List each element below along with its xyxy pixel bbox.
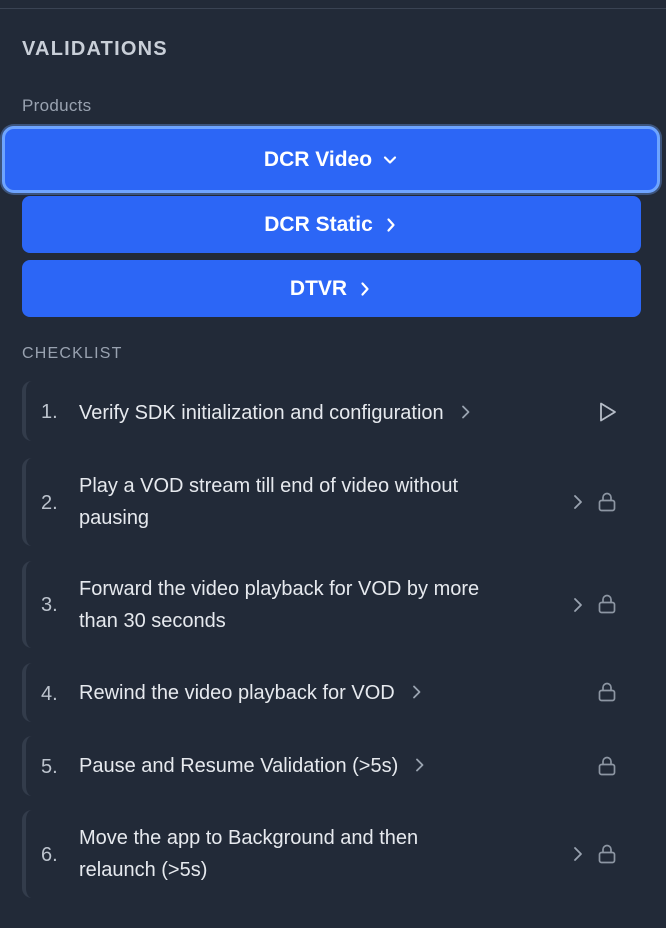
checklist-item-number: 2. (41, 492, 58, 514)
checklist-item-number: 5. (41, 756, 58, 778)
lock-icon (598, 756, 616, 776)
checklist-item-line2: than 30 seconds (79, 610, 226, 632)
chevron-right-icon (361, 281, 369, 296)
checklist-label: CHECKLIST (22, 345, 123, 362)
chevron-right-icon (574, 847, 582, 861)
validations-panel: VALIDATIONS Products DCR Video DCR Stati… (0, 0, 666, 928)
checklist-item-3[interactable]: 3. Forward the video playback for VOD by… (22, 561, 642, 648)
checklist-item-6[interactable]: 6. Move the app to Background and then r… (22, 810, 642, 898)
chevron-down-icon (383, 155, 397, 164)
product-button-label: DCR Static (264, 212, 373, 236)
checklist-item-line1: Rewind the video playback for VOD (79, 682, 395, 704)
section-title: VALIDATIONS (22, 38, 168, 60)
checklist-item-4[interactable]: 4. Rewind the video playback for VOD (22, 663, 642, 722)
checklist-item-number: 4. (41, 683, 58, 705)
product-button-dcr-video[interactable]: DCR Video (2, 126, 660, 193)
chevron-right-icon (387, 217, 395, 232)
checklist-item-text: Play a VOD stream till end of video with… (79, 470, 458, 534)
lock-icon (598, 682, 616, 702)
products-label: Products (22, 96, 92, 115)
product-button-dcr-static[interactable]: DCR Static (22, 196, 641, 253)
checklist-item-number: 6. (41, 844, 58, 866)
checklist-item-line1: Pause and Resume Validation (>5s) (79, 755, 399, 777)
checklist-item-text: Move the app to Background and then rela… (79, 822, 418, 886)
top-divider (0, 8, 666, 9)
chevron-right-icon (461, 405, 470, 419)
checklist-item-2[interactable]: 2. Play a VOD stream till end of video w… (22, 458, 642, 546)
checklist-item-line1: Play a VOD stream till end of video with… (79, 475, 459, 497)
checklist-item-text: Pause and Resume Validation (>5s) (79, 750, 426, 782)
checklist-item-line1: Forward the video playback for VOD by mo… (79, 578, 480, 600)
checklist-item-line1: Verify SDK initialization and configurat… (79, 402, 444, 424)
checklist-item-line1: Move the app to Background and then (79, 827, 419, 849)
lock-icon (598, 844, 616, 864)
product-button-label: DCR Video (263, 147, 373, 171)
checklist-item-line2: relaunch (>5s) (79, 859, 208, 881)
lock-icon (598, 492, 616, 512)
chevron-right-icon (412, 685, 421, 699)
checklist-item-5[interactable]: 5. Pause and Resume Validation (>5s) (22, 736, 642, 796)
checklist-item-text: Rewind the video playback for VOD (79, 677, 423, 709)
checklist-item-1[interactable]: 1. Verify SDK initialization and configu… (22, 381, 642, 441)
checklist-item-number: 3. (41, 594, 58, 616)
checklist-item-text: Forward the video playback for VOD by mo… (79, 573, 479, 637)
play-icon[interactable] (596, 401, 618, 423)
product-button-dtvr[interactable]: DTVR (22, 260, 641, 317)
lock-icon (598, 594, 616, 614)
chevron-right-icon (416, 758, 424, 772)
checklist-item-line2: pausing (79, 507, 150, 529)
checklist-item-text: Verify SDK initialization and configurat… (79, 397, 472, 429)
product-button-label: DTVR (289, 276, 348, 300)
chevron-right-icon (574, 598, 582, 612)
chevron-right-icon (574, 495, 582, 509)
checklist-item-number: 1. (41, 401, 58, 423)
